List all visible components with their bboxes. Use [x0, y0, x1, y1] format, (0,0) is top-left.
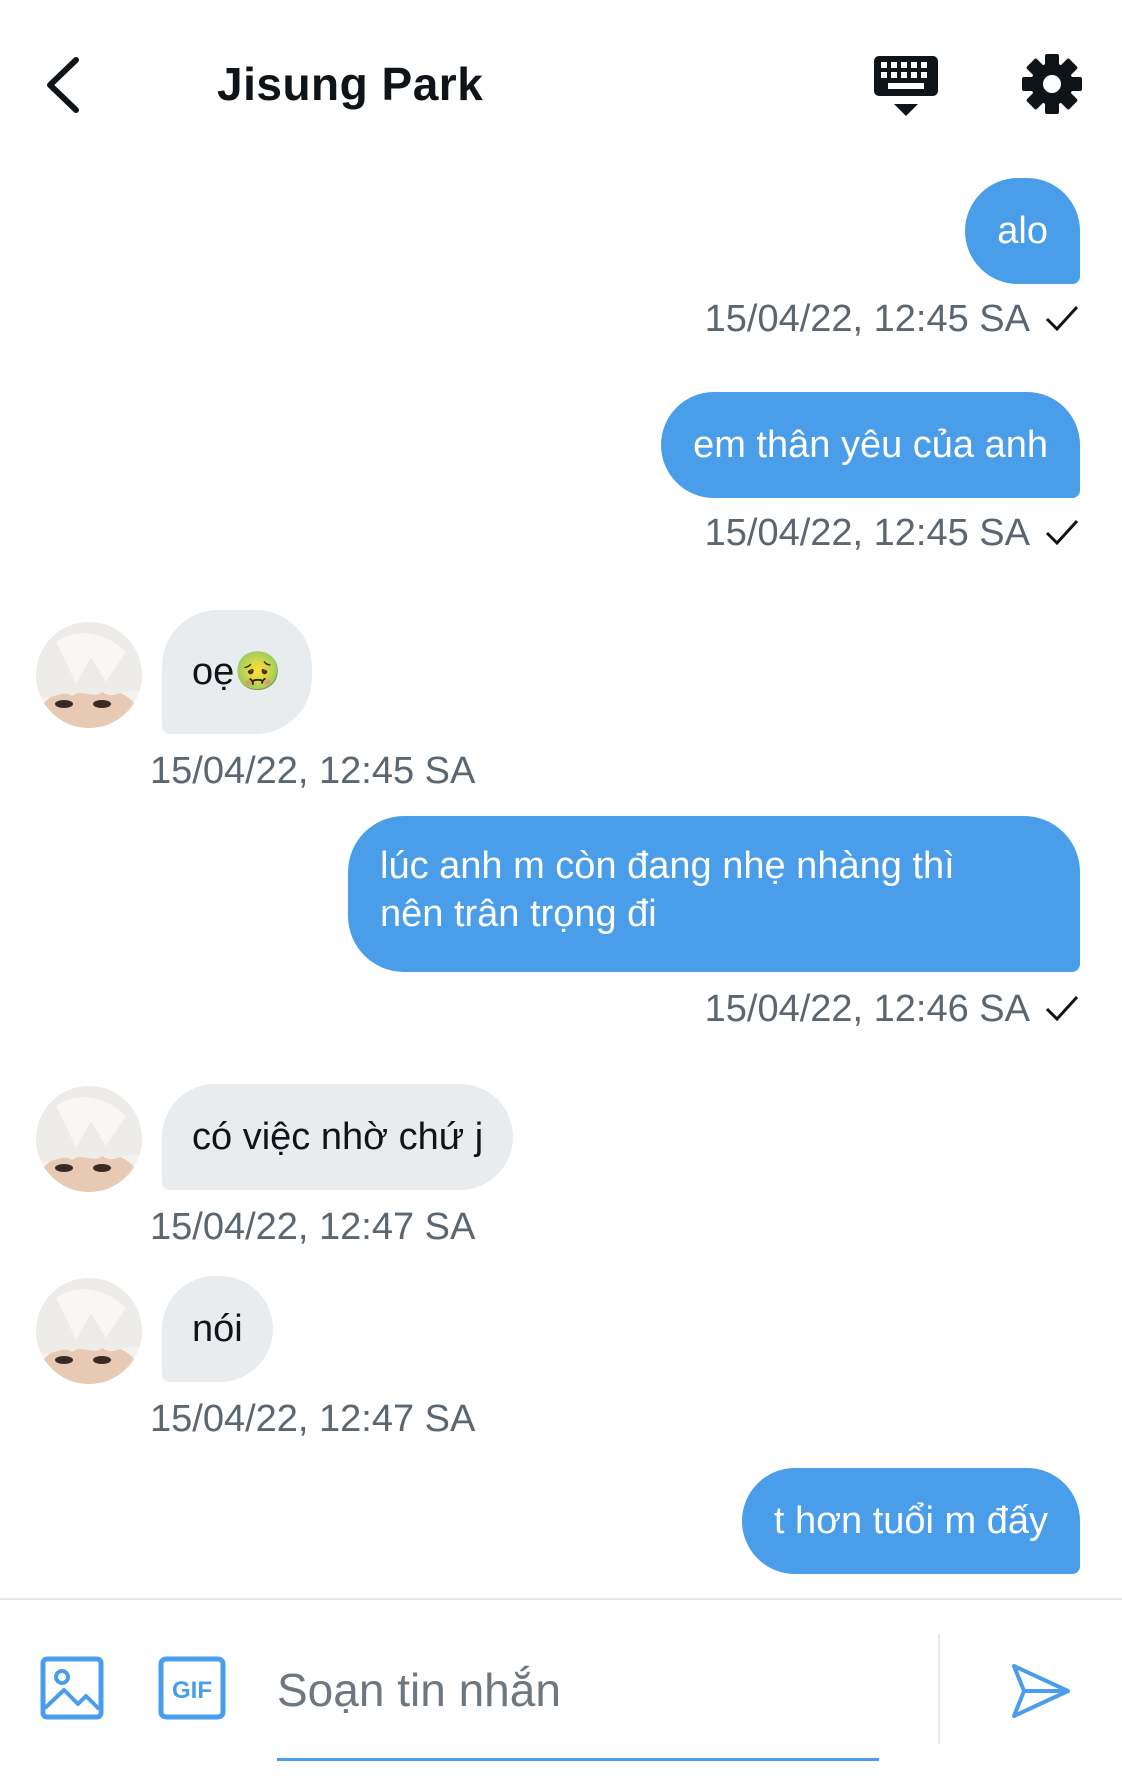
send-button[interactable] [1010, 1660, 1072, 1722]
timestamp-text: 15/04/22, 12:45 SA [704, 512, 1030, 554]
chevron-left-icon [47, 57, 79, 113]
input-underline [277, 1758, 879, 1761]
avatar-image [36, 622, 142, 728]
message-outgoing[interactable]: lúc anh m còn đang nhẹ nhàng thì nên trâ… [348, 816, 1080, 972]
timestamp-text: 15/04/22, 12:47 SA [150, 1206, 476, 1248]
checkmark-icon [1045, 519, 1079, 546]
message-timestamp: 15/04/22, 12:46 SA [705, 988, 1080, 1031]
send-icon [1012, 1664, 1070, 1718]
message-text-line: lúc anh m còn đang nhẹ nhàng thì [380, 845, 955, 887]
composer-bar: GIF [0, 1598, 1122, 1779]
message-text: t hơn tuổi m đấy [773, 1500, 1048, 1542]
message-outgoing[interactable]: alo [965, 178, 1080, 284]
add-image-button[interactable] [40, 1656, 104, 1720]
svg-text:GIF: GIF [172, 1677, 212, 1704]
timestamp-text: 15/04/22, 12:47 SA [150, 1398, 476, 1440]
settings-button[interactable] [1020, 52, 1084, 116]
timestamp-text: 15/04/22, 12:45 SA [150, 750, 476, 792]
message-outgoing[interactable]: t hơn tuổi m đấy [741, 1468, 1080, 1574]
gear-icon [1022, 54, 1082, 114]
message-bubble: oẹ🤢 [162, 610, 312, 734]
keyboard-button[interactable] [872, 52, 940, 122]
add-gif-button[interactable]: GIF [158, 1656, 226, 1720]
message-incoming[interactable]: nói [162, 1276, 273, 1382]
avatar[interactable] [36, 1086, 142, 1192]
message-incoming[interactable]: oẹ🤢 [162, 610, 312, 734]
message-timestamp: 15/04/22, 12:45 SA [705, 512, 1080, 555]
gif-icon: GIF [158, 1656, 226, 1720]
message-bubble: t hơn tuổi m đấy [741, 1468, 1080, 1574]
image-icon [40, 1656, 104, 1720]
message-input[interactable] [277, 1650, 877, 1730]
checkmark-icon [1045, 995, 1079, 1022]
back-button[interactable] [40, 50, 100, 120]
divider [938, 1634, 940, 1744]
message-text: oẹ🤢 [192, 651, 282, 693]
avatar-image [36, 1278, 142, 1384]
message-bubble: em thân yêu của anh [661, 392, 1080, 498]
message-outgoing[interactable]: em thân yêu của anh [661, 392, 1080, 498]
message-bubble: alo [965, 178, 1080, 284]
avatar[interactable] [36, 622, 142, 728]
message-bubble: nói [162, 1276, 273, 1382]
message-text: em thân yêu của anh [693, 424, 1048, 466]
message-list[interactable]: alo 15/04/22, 12:45 SA em thân yêu của a… [0, 170, 1122, 1598]
message-text-line: nên trân trọng đi [380, 893, 657, 935]
chat-header: Jisung Park [0, 0, 1122, 170]
message-timestamp: 15/04/22, 12:47 SA [150, 1206, 475, 1249]
message-timestamp: 15/04/22, 12:45 SA [705, 298, 1080, 341]
checkmark-icon [1045, 305, 1079, 332]
avatar[interactable] [36, 1278, 142, 1384]
message-bubble: có việc nhờ chứ j [162, 1084, 514, 1190]
message-text: có việc nhờ chứ j [192, 1116, 484, 1158]
avatar-image [36, 1086, 142, 1192]
keyboard-hide-icon [874, 56, 938, 116]
message-bubble: lúc anh m còn đang nhẹ nhàng thì nên trâ… [348, 816, 1080, 972]
timestamp-text: 15/04/22, 12:46 SA [704, 988, 1030, 1030]
message-incoming[interactable]: có việc nhờ chứ j [162, 1084, 514, 1190]
conversation-title: Jisung Park [217, 58, 484, 110]
message-text: nói [192, 1308, 243, 1350]
timestamp-text: 15/04/22, 12:45 SA [704, 298, 1030, 340]
message-text: alo [997, 210, 1048, 252]
message-timestamp: 15/04/22, 12:45 SA [150, 750, 475, 793]
message-timestamp: 15/04/22, 12:47 SA [150, 1398, 475, 1441]
